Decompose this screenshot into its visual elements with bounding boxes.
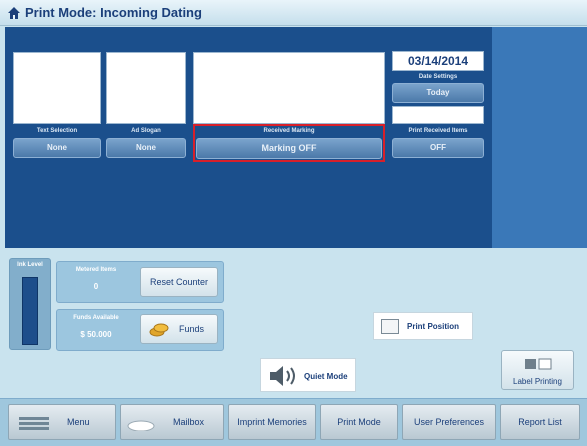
home-icon[interactable] xyxy=(7,6,21,20)
date-display: 03/14/2014 xyxy=(392,51,484,71)
ad-slogan-preview[interactable] xyxy=(106,52,186,124)
menu-icon xyxy=(19,417,49,430)
print-position-button[interactable]: Print Position xyxy=(373,312,473,340)
nav-mailbox[interactable]: Mailbox xyxy=(120,404,224,440)
label-printer-icon xyxy=(525,358,552,370)
ad-slogan-button[interactable]: None xyxy=(106,138,186,158)
nav-menu-label: Menu xyxy=(67,417,90,427)
nav-imprint-memories[interactable]: Imprint Memories xyxy=(228,404,316,440)
title-bar: Print Mode: Incoming Dating xyxy=(0,0,587,26)
ink-level-label: Ink Level xyxy=(17,262,43,268)
funds-button[interactable]: Funds xyxy=(140,314,218,344)
date-settings-button[interactable]: Today xyxy=(392,83,484,103)
nav-print-mode[interactable]: Print Mode xyxy=(320,404,398,440)
nav-mailbox-label: Mailbox xyxy=(173,417,205,427)
date-extra-preview xyxy=(392,106,484,124)
nav-menu[interactable]: Menu xyxy=(8,404,116,440)
nav-user-preferences[interactable]: User Preferences xyxy=(402,404,496,440)
app-window: Print Mode: Incoming Dating Text Selecti… xyxy=(0,0,587,446)
text-selection-label: Text Selection xyxy=(36,128,78,134)
coins-icon xyxy=(149,323,169,337)
date-settings-label: Date Settings xyxy=(418,74,458,80)
label-printing-label: Label Printing xyxy=(513,377,562,386)
label-printing-button[interactable]: Label Printing xyxy=(501,350,574,390)
funds-button-label: Funds xyxy=(179,324,205,334)
ink-level-indicator: Ink Level xyxy=(9,258,51,350)
text-selection-preview[interactable] xyxy=(13,52,101,124)
metered-items-value: 0 xyxy=(93,282,99,291)
reset-counter-button[interactable]: Reset Counter xyxy=(140,267,218,297)
ink-level-bar xyxy=(22,277,38,345)
received-marking-preview[interactable] xyxy=(193,52,385,124)
metered-items-label: Metered Items xyxy=(75,267,117,273)
mailbox-icon xyxy=(127,420,155,431)
selection-highlight xyxy=(193,124,385,162)
preview-side-panel xyxy=(492,27,587,248)
print-received-items-button[interactable]: OFF xyxy=(392,138,484,158)
nav-report-list[interactable]: Report List xyxy=(500,404,580,440)
text-selection-button[interactable]: None xyxy=(13,138,101,158)
ad-slogan-label: Ad Slogan xyxy=(131,128,161,134)
window-title: Print Mode: Incoming Dating xyxy=(25,5,202,20)
quiet-mode-label: Quiet Mode xyxy=(304,372,348,381)
print-received-items-label: Print Received Items xyxy=(408,128,468,134)
funds-available-value: $ 50.000 xyxy=(80,330,112,339)
print-position-label: Print Position xyxy=(407,322,459,331)
funds-available-label: Funds Available xyxy=(73,315,119,321)
speaker-icon xyxy=(270,366,295,386)
quiet-mode-button[interactable]: Quiet Mode xyxy=(260,358,356,392)
print-position-icon xyxy=(381,319,399,334)
